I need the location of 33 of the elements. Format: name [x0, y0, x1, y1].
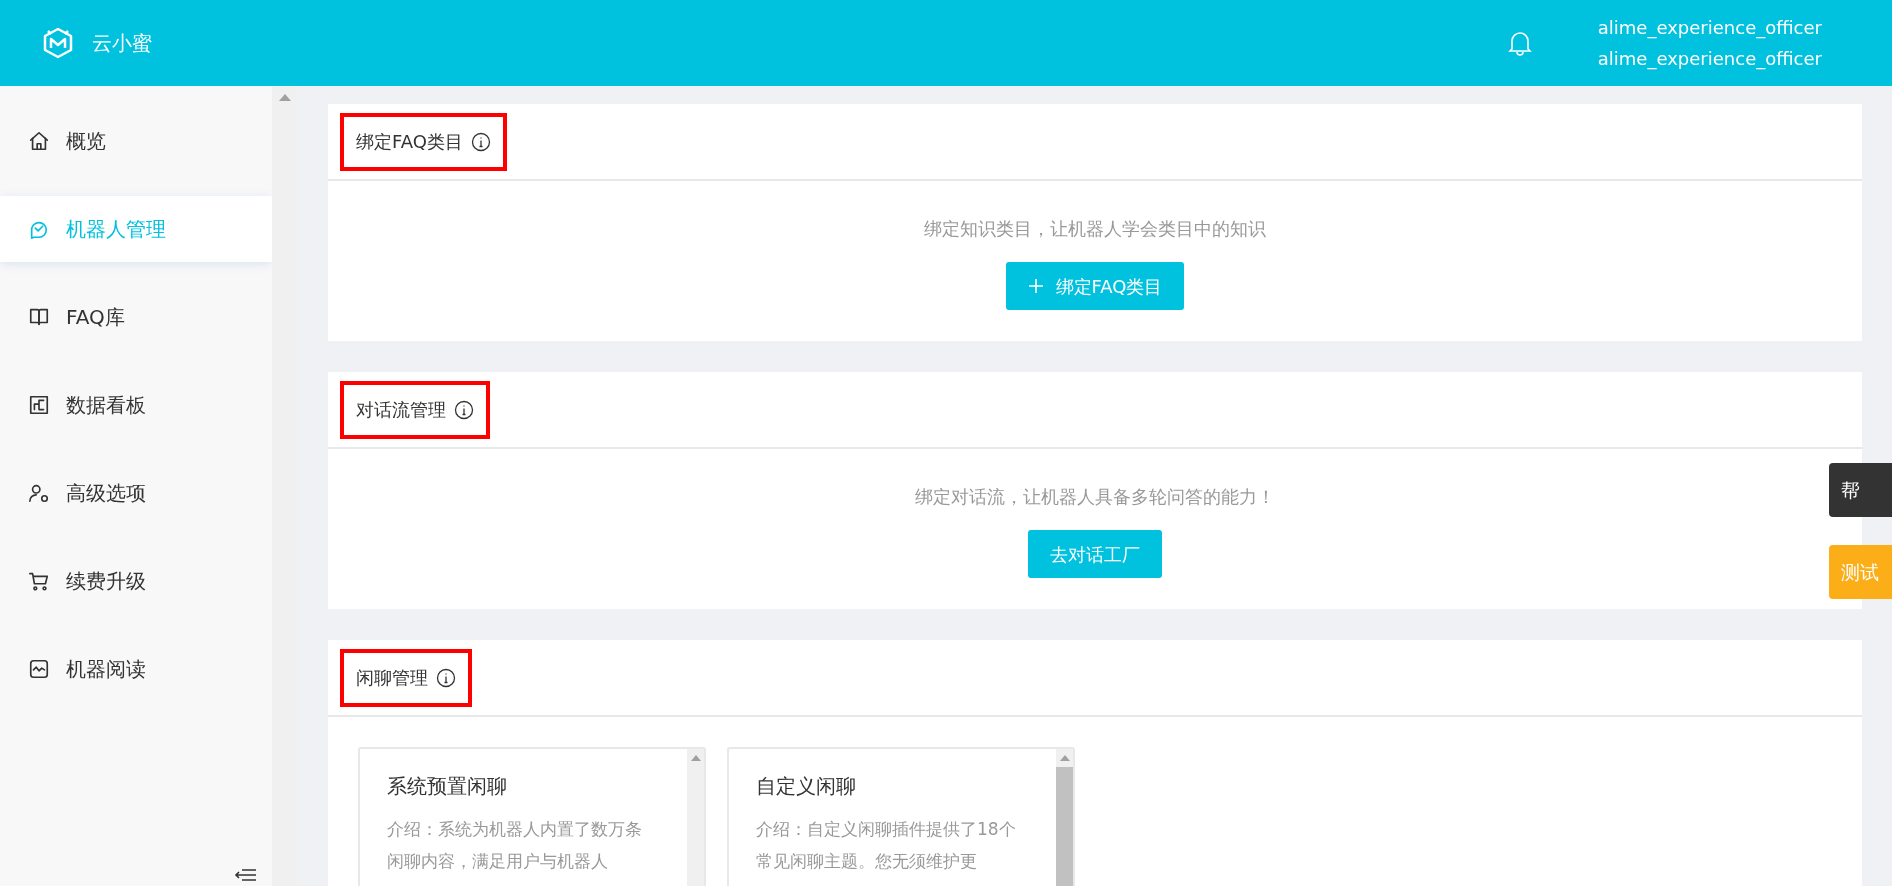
home-icon: [28, 130, 50, 152]
section-title: 绑定FAQ类目: [356, 130, 463, 154]
sidebar-item[interactable]: 续费升级: [0, 548, 272, 614]
collapse-icon[interactable]: [234, 868, 258, 882]
chat-card[interactable]: 自定义闲聊 介绍：自定义闲聊插件提供了18个常见闲聊主题。您无须维护更: [727, 747, 1075, 886]
dashboard-icon: [28, 394, 50, 416]
page-scrollbar[interactable]: [272, 86, 297, 886]
cart-icon: [28, 570, 50, 592]
sidebar-item[interactable]: 高级选项: [0, 460, 272, 526]
section-title: 对话流管理: [356, 398, 446, 422]
empty-message: 绑定知识类目，让机器人学会类目中的知识: [924, 217, 1266, 241]
chart-card-icon: [28, 658, 50, 680]
app-name: 云小蜜: [92, 30, 152, 57]
plus-icon: [1027, 278, 1044, 294]
sidebar-item[interactable]: 数据看板: [0, 372, 272, 438]
floating-tab[interactable]: 帮: [1829, 463, 1892, 517]
sidebar-item[interactable]: FAQ库: [0, 284, 272, 350]
sidebar-item[interactable]: 机器阅读: [0, 636, 272, 702]
book-icon: [28, 306, 50, 328]
card-title: 自定义闲聊: [756, 773, 857, 800]
info-icon: [454, 399, 474, 420]
empty-message: 绑定对话流，让机器人具备多轮问答的能力！: [915, 485, 1275, 509]
chat-card[interactable]: 系统预置闲聊 介绍：系统为机器人内置了数万条闲聊内容，满足用户与机器人: [358, 747, 706, 886]
scrollbar[interactable]: [687, 749, 704, 886]
sidebar-item[interactable]: 概览: [0, 108, 272, 174]
card-description: 介绍：自定义闲聊插件提供了18个常见闲聊主题。您无须维护更: [756, 818, 1017, 873]
info-icon: [470, 131, 491, 152]
info-icon: [436, 667, 456, 688]
notification-bell-icon[interactable]: [1507, 30, 1532, 56]
card-title: 系统预置闲聊: [387, 773, 508, 800]
scrollbar[interactable]: [1056, 749, 1073, 886]
section-title: 闲聊管理: [356, 666, 428, 690]
card-description: 介绍：系统为机器人内置了数万条闲聊内容，满足用户与机器人: [387, 818, 643, 873]
